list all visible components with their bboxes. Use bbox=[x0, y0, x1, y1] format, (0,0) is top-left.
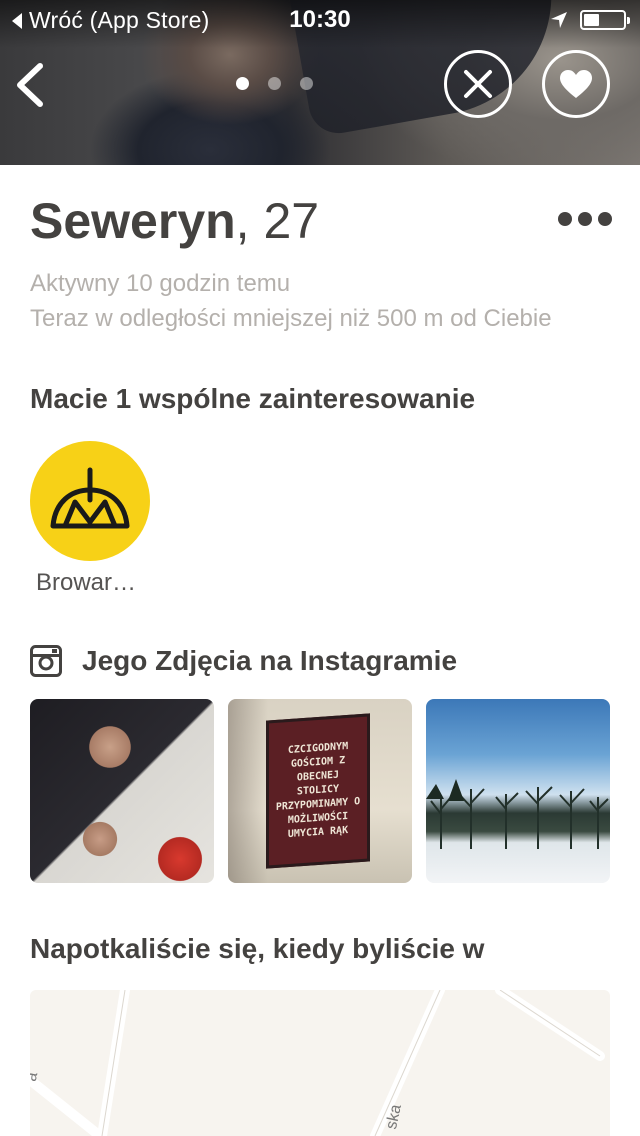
profile-photo-header[interactable]: Wróć (App Store) 10:30 bbox=[0, 0, 640, 165]
name-separator: , bbox=[235, 193, 250, 249]
interest-badge[interactable] bbox=[30, 441, 150, 561]
profile-name-age: Seweryn, 27 bbox=[30, 192, 319, 250]
instagram-title: Jego Zdjęcia na Instagramie bbox=[82, 645, 458, 676]
photo-pager[interactable] bbox=[236, 77, 313, 90]
instagram-icon bbox=[30, 645, 62, 677]
photo-shadow bbox=[228, 699, 268, 883]
instagram-photo[interactable] bbox=[30, 699, 214, 883]
pager-dot[interactable] bbox=[268, 77, 281, 90]
more-options-button[interactable] bbox=[558, 210, 612, 228]
map-streets bbox=[30, 990, 605, 1136]
met-location-title: Napotkaliście się, kiedy byliście w bbox=[30, 933, 485, 964]
location-arrow-icon bbox=[551, 12, 567, 28]
interest-item[interactable]: Browar… bbox=[30, 441, 150, 597]
last-active-text: Aktywny 10 godzin temu bbox=[30, 270, 291, 297]
chevron-left-icon[interactable] bbox=[14, 62, 46, 108]
distance-text: Teraz w odległości mniejszej niż 500 m o… bbox=[30, 305, 552, 332]
instagram-photo[interactable]: CZCIGODNYM GOŚCIOM Z OBECNEJ STOLICY PRZ… bbox=[228, 699, 412, 883]
photo-trees bbox=[426, 779, 609, 849]
photo-sign: CZCIGODNYM GOŚCIOM Z OBECNEJ STOLICY PRZ… bbox=[266, 713, 370, 869]
met-location-map[interactable]: ska a bbox=[30, 990, 610, 1136]
common-interests-title: Macie 1 wspólne zainteresowanie bbox=[30, 383, 476, 414]
pager-dot[interactable] bbox=[236, 77, 249, 90]
profile-age: 27 bbox=[263, 193, 320, 249]
heart-icon bbox=[560, 70, 592, 98]
battery-icon bbox=[580, 10, 630, 30]
brewery-logo-icon bbox=[50, 467, 130, 529]
close-icon bbox=[464, 70, 492, 98]
more-dot bbox=[558, 212, 572, 226]
photo-sign-text: CZCIGODNYM GOŚCIOM Z OBECNEJ STOLICY PRZ… bbox=[269, 735, 367, 848]
more-dot bbox=[578, 212, 592, 226]
interest-label: Browar… bbox=[36, 569, 137, 596]
instagram-photo[interactable] bbox=[426, 699, 610, 883]
status-time: 10:30 bbox=[289, 6, 351, 33]
battery-level bbox=[584, 14, 599, 26]
like-button[interactable] bbox=[542, 50, 610, 118]
status-bar: Wróć (App Store) 10:30 bbox=[0, 0, 640, 40]
pager-dot[interactable] bbox=[300, 77, 313, 90]
battery-nub bbox=[627, 17, 630, 24]
more-dot bbox=[598, 212, 612, 226]
pass-button[interactable] bbox=[444, 50, 512, 118]
profile-name: Seweryn bbox=[30, 193, 236, 249]
